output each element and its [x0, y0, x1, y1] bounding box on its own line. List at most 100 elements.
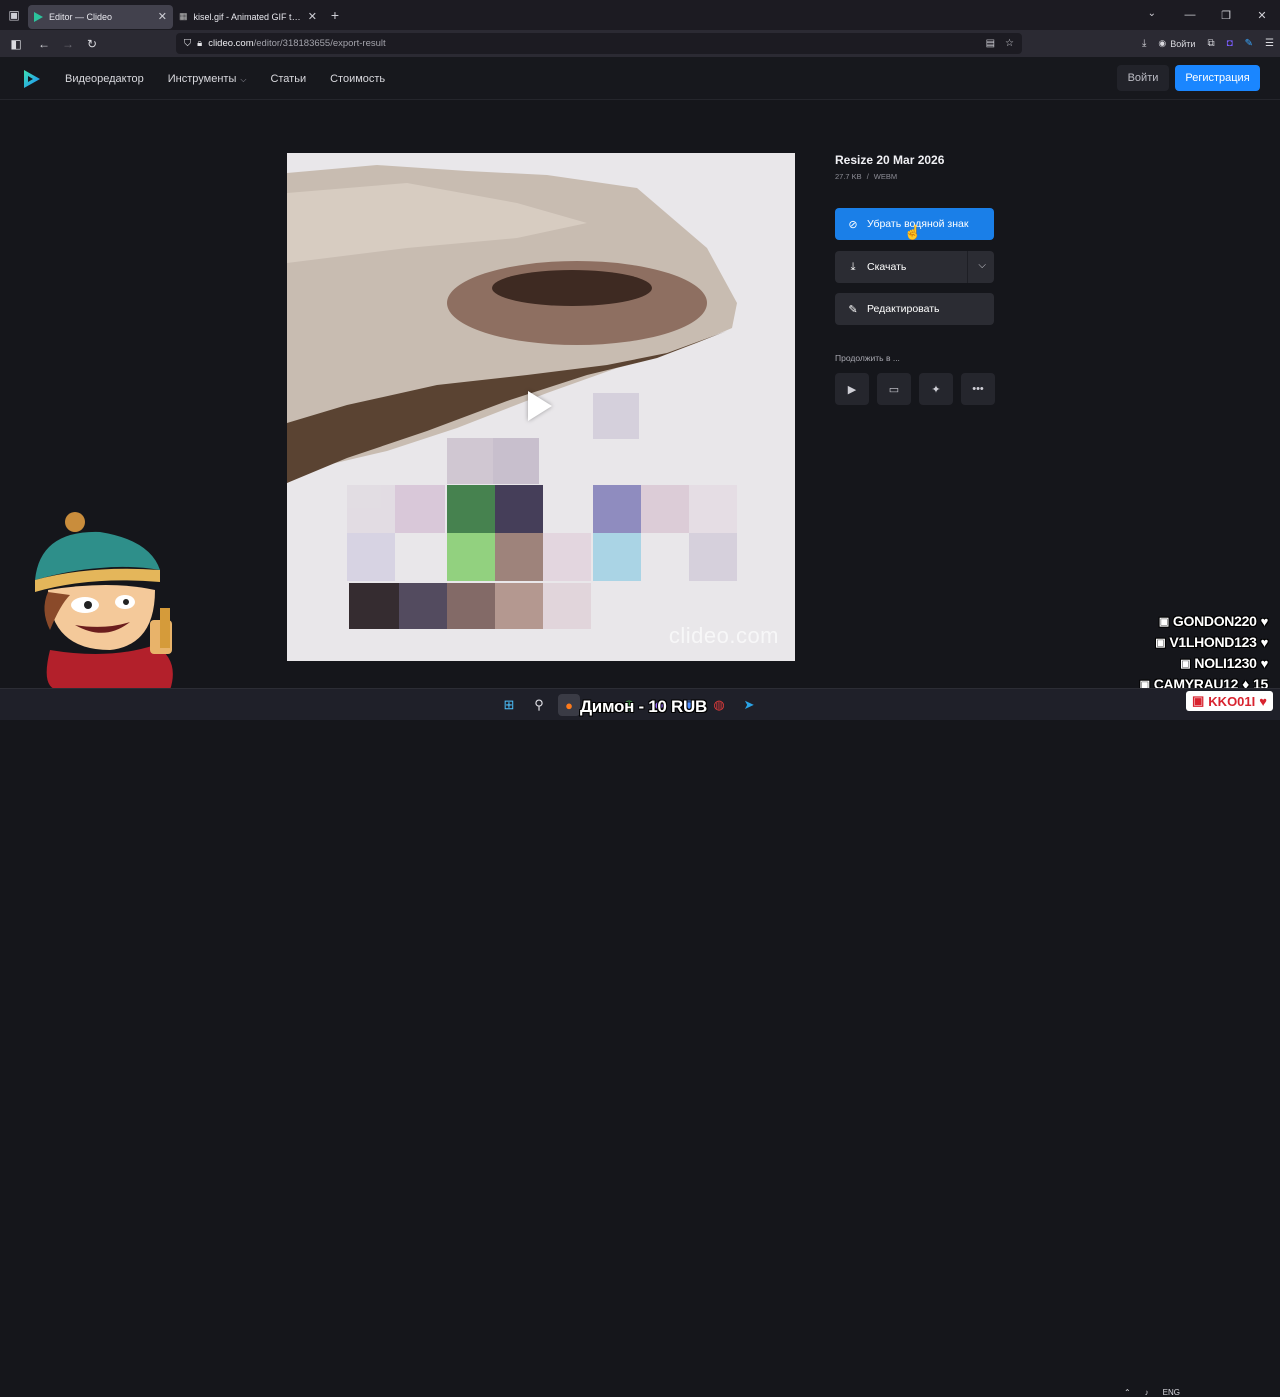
- download-icon[interactable]: ⤓: [1142, 38, 1146, 49]
- more-options-button[interactable]: •••: [961, 373, 995, 405]
- menu-pricing[interactable]: Стоимость: [330, 73, 385, 85]
- login-button[interactable]: Войти: [1117, 65, 1169, 91]
- extensions-icon[interactable]: ⧉: [1207, 38, 1214, 49]
- continue-in-label: Продолжить в ...: [835, 353, 900, 363]
- file-meta: 27.7 KB / WEBM: [835, 172, 897, 181]
- close-window-icon[interactable]: ✕: [1244, 9, 1280, 22]
- url-path: /editor/318183655/export-result: [253, 38, 386, 49]
- language-indicator[interactable]: ENG: [1163, 1388, 1180, 1397]
- tab-list-icon[interactable]: ▣: [0, 0, 28, 30]
- subtitles-icon: ▭: [888, 383, 900, 396]
- minimize-icon[interactable]: —: [1172, 9, 1208, 21]
- document-favicon-icon: ▦: [179, 11, 188, 21]
- download-split-divider: [967, 251, 968, 283]
- window-controls: — ❐ ✕: [1172, 0, 1280, 30]
- extension-translate-icon[interactable]: ✎: [1245, 38, 1253, 49]
- site-header: Видеоредактор Инструменты ⌵ Статьи Стоимо…: [0, 57, 1280, 100]
- menu-articles[interactable]: Статьи: [270, 73, 306, 85]
- browser-tab-bar: ▣ Editor — Clideo ✕ ▦ kisel.gif - Animat…: [0, 0, 1280, 30]
- microphone-icon[interactable]: ♪: [1145, 1388, 1149, 1397]
- reload-icon[interactable]: ↻: [80, 37, 104, 51]
- sparkle-icon: ✦: [931, 383, 941, 396]
- account-icon: ◉: [1158, 38, 1167, 48]
- extension-purple-icon[interactable]: ◘: [1227, 38, 1233, 49]
- address-bar[interactable]: ⛉ 🔒︎ clideo.com /editor/318183655/export…: [176, 33, 1022, 54]
- bookmark-star-icon[interactable]: ☆: [1005, 38, 1014, 49]
- video-play-icon: ▶︎: [847, 383, 857, 396]
- tab-clideo-editor[interactable]: Editor — Clideo ✕: [28, 4, 173, 29]
- continue-video-editor-button[interactable]: ▶︎: [835, 373, 869, 405]
- file-size: 27.7 KB: [835, 172, 862, 181]
- no-symbol-icon: ⊘: [848, 218, 858, 231]
- supporter-name: V1LHOND123: [1169, 634, 1257, 650]
- download-icon: ⤓: [850, 260, 856, 273]
- continue-ai-button[interactable]: ✦: [919, 373, 953, 405]
- edit-button[interactable]: ✎ Редактировать: [835, 293, 994, 325]
- stream-badge: ▣ KKO01I ♥: [1186, 691, 1273, 711]
- new-tab-icon[interactable]: +: [323, 7, 347, 23]
- tab-title: Editor — Clideo: [49, 11, 113, 22]
- back-icon[interactable]: ←: [32, 37, 56, 51]
- heart-icon: ♥: [1260, 634, 1269, 650]
- firefox-icon[interactable]: ●: [558, 694, 580, 716]
- chevron-up-icon[interactable]: ⌃: [1124, 1388, 1131, 1397]
- clideo-favicon-icon: [34, 11, 43, 22]
- hand-pointer-icon: ☝: [904, 224, 922, 240]
- download-label: Скачать: [867, 261, 907, 273]
- tab-kisel-gif[interactable]: ▦ kisel.gif - Animated GIF to WebM ✕: [173, 5, 323, 29]
- close-tab-icon[interactable]: ✕: [308, 10, 317, 23]
- shield-icon[interactable]: ⛉: [184, 38, 191, 49]
- chevron-down-icon[interactable]: ⌵: [978, 260, 986, 271]
- app-red-icon[interactable]: ◍: [708, 694, 730, 716]
- reader-mode-icon[interactable]: ▤: [986, 38, 995, 49]
- heart-icon: ♥: [1260, 655, 1269, 671]
- toolbar-right: ⤓ ◉ Войти ⧉ ◘ ✎ ☰: [1142, 30, 1274, 57]
- twitch-icon: ▣: [1158, 615, 1169, 628]
- windows-start-icon[interactable]: ⊞: [498, 694, 520, 716]
- supporter-name: GONDON220: [1172, 613, 1257, 629]
- restore-icon[interactable]: ❐: [1208, 9, 1244, 22]
- stream-supporters-list: ▣ GONDON220 ♥ ▣ V1LHOND123 ♥ ▣ NOLI1230 …: [1108, 611, 1269, 694]
- clideo-logo-icon[interactable]: [22, 68, 42, 90]
- heart-icon: ♥: [1259, 693, 1267, 709]
- more-dots-icon: •••: [972, 383, 984, 395]
- search-icon[interactable]: ⚲: [528, 694, 550, 716]
- supporter-row: ▣ GONDON220 ♥: [1158, 611, 1269, 631]
- file-format: WEBM: [873, 172, 898, 181]
- menu-tools-label: Инструменты: [167, 72, 237, 85]
- url-domain: clideo.com: [208, 38, 254, 49]
- badge-label: KKO01I: [1208, 693, 1256, 709]
- play-icon[interactable]: [528, 391, 552, 421]
- supporter-row: ▣ V1LHOND123 ♥: [1155, 632, 1268, 652]
- account-button[interactable]: ◉ Войти: [1158, 38, 1195, 49]
- close-tab-icon[interactable]: ✕: [158, 10, 167, 23]
- file-title: Resize 20 Mar 2026: [835, 153, 945, 167]
- twitch-icon: ▣: [1155, 636, 1166, 649]
- telegram-icon[interactable]: ➤: [738, 694, 760, 716]
- donation-alert-text: Димон - 10 RUB: [580, 697, 707, 716]
- twitch-icon: ▣: [1192, 693, 1205, 708]
- chevron-down-icon: ⌵: [240, 74, 247, 84]
- main-menu: Видеоредактор Инструменты ⌵ Статьи Стоимо…: [65, 57, 385, 100]
- forward-icon[interactable]: →: [56, 37, 80, 51]
- menu-video-editor[interactable]: Видеоредактор: [65, 73, 144, 85]
- heart-icon: ♥: [1260, 613, 1269, 629]
- system-tray: ⌃ ♪ ENG: [1124, 1388, 1180, 1397]
- chevron-down-icon[interactable]: ⌄: [1148, 8, 1156, 19]
- browser-nav-bar: ◧ ← → ↻ ⛉ 🔒︎ clideo.com /editor/31818365…: [0, 30, 1280, 57]
- continue-subtitles-button[interactable]: ▭: [877, 373, 911, 405]
- pencil-icon: ✎: [848, 303, 858, 316]
- supporter-name: NOLI1230: [1194, 655, 1257, 671]
- lock-icon[interactable]: 🔒︎: [197, 38, 202, 49]
- twitch-icon: ▣: [1180, 657, 1191, 670]
- edit-label: Редактировать: [867, 303, 940, 315]
- menu-icon[interactable]: ☰: [1265, 38, 1274, 49]
- sidebar-icon[interactable]: ◧: [4, 37, 28, 51]
- continue-options: ▶︎ ▭ ✦ •••: [835, 373, 995, 405]
- account-label: Войти: [1170, 38, 1196, 49]
- register-button[interactable]: Регистрация: [1175, 65, 1260, 91]
- download-button[interactable]: ⤓ Скачать ⌵: [835, 251, 994, 283]
- tab-title: kisel.gif - Animated GIF to WebM: [193, 11, 302, 22]
- video-preview[interactable]: clideo.com: [287, 153, 795, 661]
- menu-tools[interactable]: Инструменты ⌵: [168, 73, 247, 85]
